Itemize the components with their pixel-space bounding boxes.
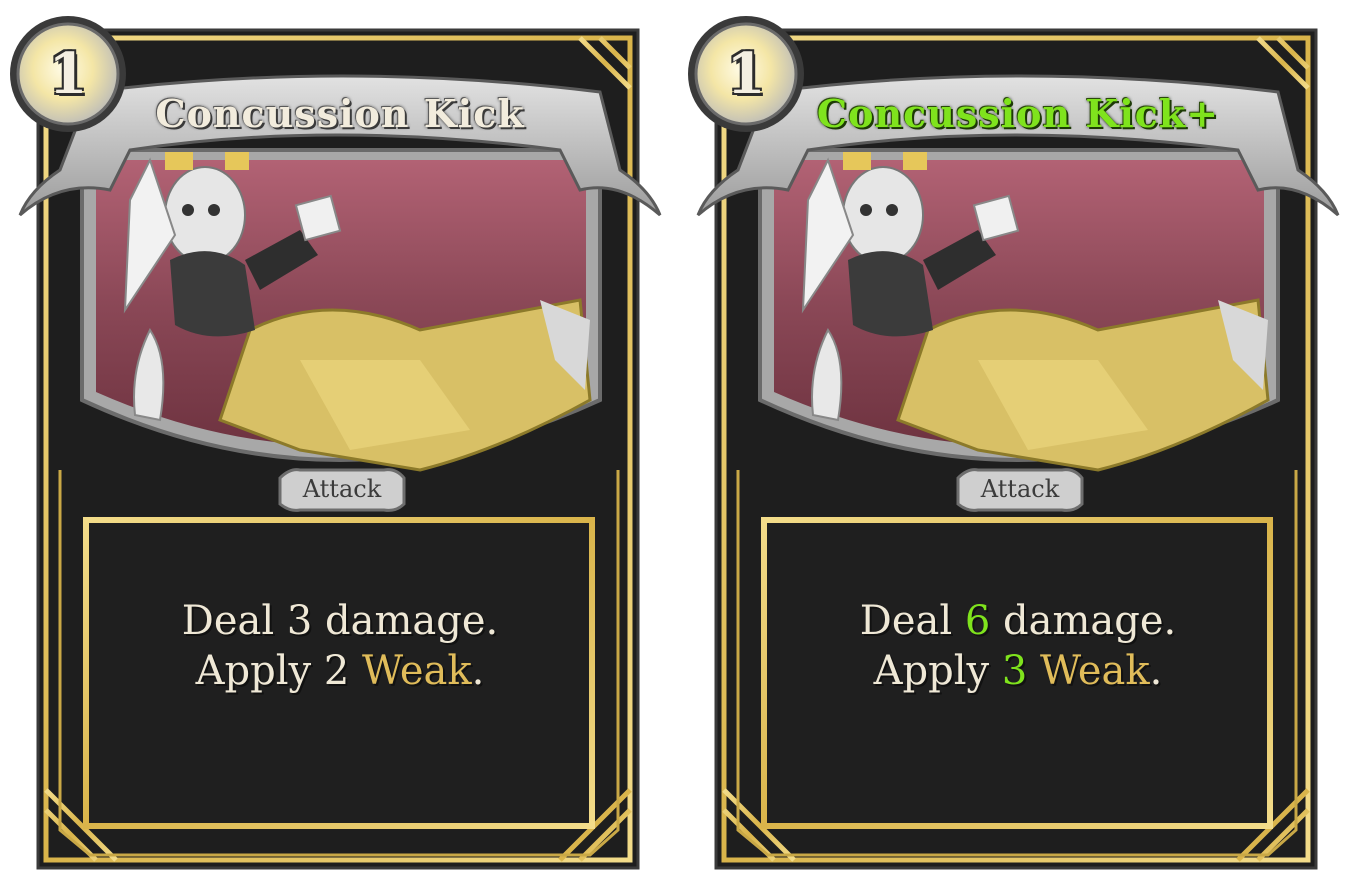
desc-line-2: Apply 3 Weak. <box>873 648 1163 694</box>
weak-amount: 3 <box>1001 648 1028 694</box>
card-concussion-kick[interactable]: 1 Concussion Kick Attack Deal 3 damage. … <box>0 0 680 874</box>
card-concussion-kick-upgraded[interactable]: 1 Concussion Kick+ Attack Deal 6 damage.… <box>678 0 1356 874</box>
energy-cost: 1 <box>726 41 766 107</box>
energy-cost: 1 <box>48 41 88 107</box>
card-description: Deal 3 damage. Apply 2 Weak. <box>100 596 580 696</box>
keyword-weak: Weak <box>362 648 472 694</box>
card-type-label: Attack <box>302 475 382 503</box>
desc-line-2: Apply 2 Weak. <box>195 648 485 694</box>
damage-value: 3 <box>286 598 313 644</box>
weak-amount: 2 <box>323 648 350 694</box>
desc-line-1: Deal 3 damage. <box>181 598 499 644</box>
card-title: Concussion Kick+ <box>816 91 1220 136</box>
damage-value: 6 <box>964 598 991 644</box>
card-title: Concussion Kick <box>155 91 525 136</box>
keyword-weak: Weak <box>1040 648 1150 694</box>
desc-line-1: Deal 6 damage. <box>859 598 1177 644</box>
card-type-label: Attack <box>980 475 1060 503</box>
card-description: Deal 6 damage. Apply 3 Weak. <box>778 596 1258 696</box>
